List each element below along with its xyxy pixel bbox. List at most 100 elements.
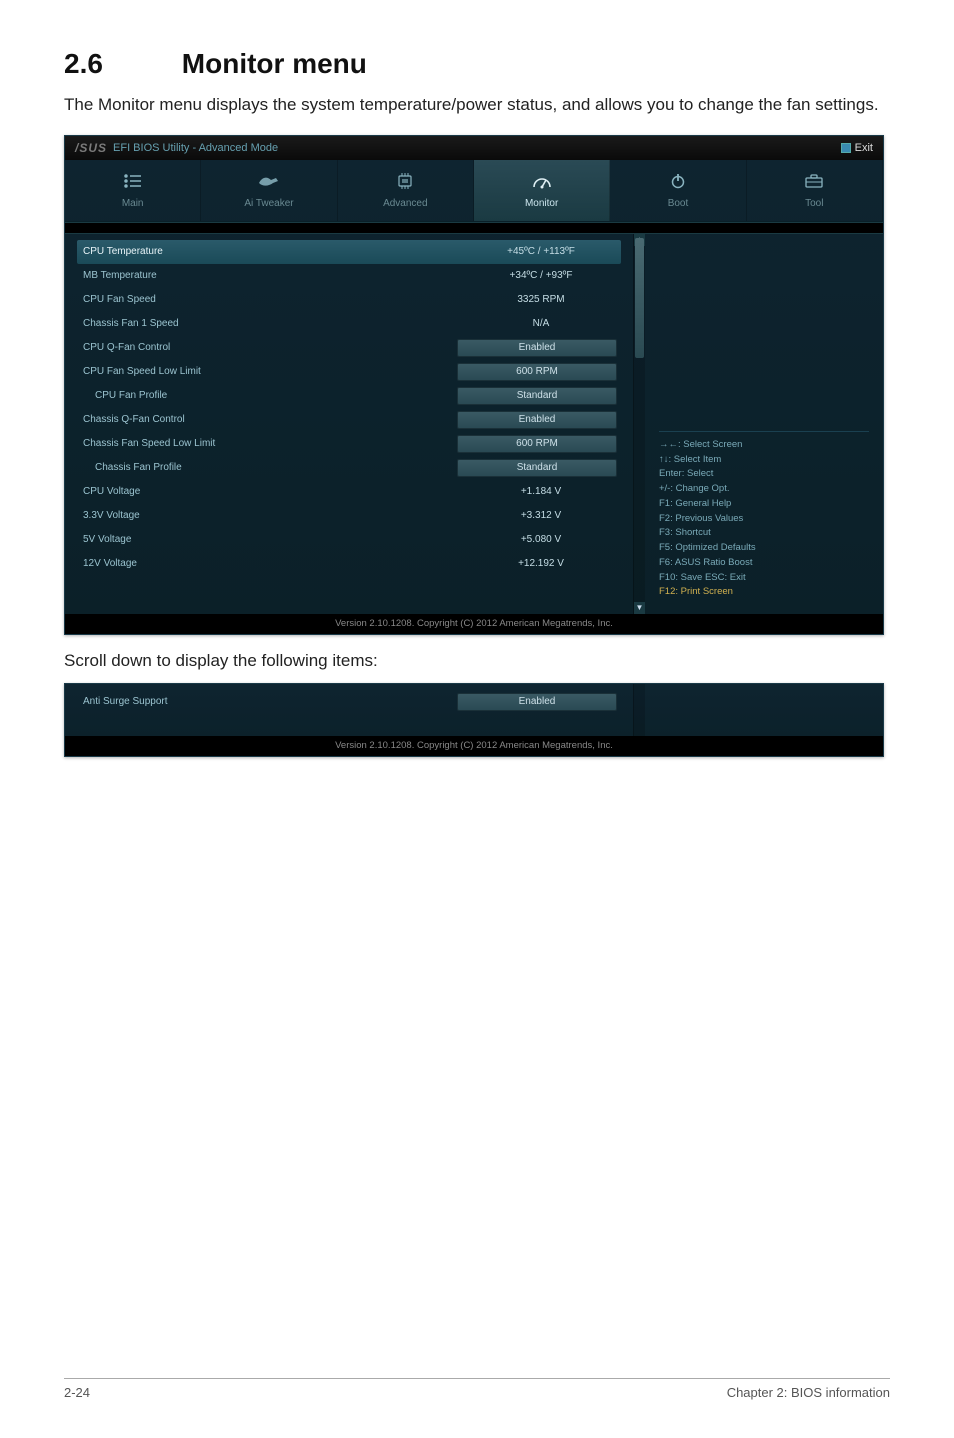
divider xyxy=(65,222,883,234)
label-anti-surge: Anti Surge Support xyxy=(83,696,457,707)
label-33v-voltage: 3.3V Voltage xyxy=(83,510,461,521)
page-number: 2-24 xyxy=(64,1385,90,1400)
chip-icon xyxy=(338,170,473,192)
help-panel-snippet xyxy=(645,684,883,736)
help-line: →←: Select Screen xyxy=(659,438,869,453)
tab-advanced[interactable]: Advanced xyxy=(338,160,474,221)
help-line: F3: Shortcut xyxy=(659,526,869,541)
tab-boot[interactable]: Boot xyxy=(610,160,746,221)
tab-main[interactable]: Main xyxy=(65,160,201,221)
bios-utility-name: EFI BIOS Utility - Advanced Mode xyxy=(113,142,278,154)
help-line: Enter: Select xyxy=(659,467,869,482)
row-cpu-voltage[interactable]: CPU Voltage +1.184 V xyxy=(83,480,621,504)
label-12v-voltage: 12V Voltage xyxy=(83,558,461,569)
row-cpu-fan-speed[interactable]: CPU Fan Speed 3325 RPM xyxy=(83,288,621,312)
label-chassis-qfan-control: Chassis Q-Fan Control xyxy=(83,414,457,425)
help-line: F2: Previous Values xyxy=(659,512,869,527)
value-cpu-voltage: +1.184 V xyxy=(461,486,621,497)
section-title-text: Monitor menu xyxy=(182,48,367,79)
power-icon xyxy=(610,170,745,192)
bios-window-snippet: Anti Surge Support Enabled Version 2.10.… xyxy=(64,683,884,757)
chapter-label: Chapter 2: BIOS information xyxy=(727,1385,890,1400)
tab-ai-tweaker[interactable]: Ai Tweaker xyxy=(201,160,337,221)
bios-footer-snippet: Version 2.10.1208. Copyright (C) 2012 Am… xyxy=(65,736,883,756)
exit-label: Exit xyxy=(855,142,873,154)
label-cpu-qfan-control: CPU Q-Fan Control xyxy=(83,342,457,353)
brand-logo: /SUS xyxy=(75,141,107,155)
tab-tool-label: Tool xyxy=(747,198,882,209)
help-line: F10: Save ESC: Exit xyxy=(659,571,869,586)
label-mb-temperature: MB Temperature xyxy=(83,270,461,281)
scrollbar-thumb[interactable] xyxy=(635,238,644,358)
value-chassis-fan1-speed: N/A xyxy=(461,318,621,329)
value-5v-voltage: +5.080 V xyxy=(461,534,621,545)
row-chassis-fan-profile[interactable]: Chassis Fan Profile Standard xyxy=(83,456,621,480)
label-chassis-fan-low-limit: Chassis Fan Speed Low Limit xyxy=(83,438,457,449)
gauge-icon xyxy=(474,170,609,192)
value-cpu-fan-speed: 3325 RPM xyxy=(461,294,621,305)
row-mb-temperature[interactable]: MB Temperature +34ºC / +93ºF xyxy=(83,264,621,288)
select-cpu-fan-profile[interactable]: Standard xyxy=(457,387,617,405)
scroll-down-icon[interactable]: ▼ xyxy=(634,602,645,614)
toolbox-icon xyxy=(747,170,882,192)
row-cpu-qfan-control[interactable]: CPU Q-Fan Control Enabled xyxy=(83,336,621,360)
tab-monitor-label: Monitor xyxy=(474,198,609,209)
row-cpu-fan-low-limit[interactable]: CPU Fan Speed Low Limit 600 RPM xyxy=(83,360,621,384)
label-chassis-fan1-speed: Chassis Fan 1 Speed xyxy=(83,318,461,329)
value-mb-temperature: +34ºC / +93ºF xyxy=(461,270,621,281)
tab-tweaker-label: Ai Tweaker xyxy=(201,198,336,209)
select-chassis-fan-low-limit[interactable]: 600 RPM xyxy=(457,435,617,453)
row-chassis-fan1-speed[interactable]: Chassis Fan 1 Speed N/A xyxy=(83,312,621,336)
scroll-note: Scroll down to display the following ite… xyxy=(64,651,890,671)
section-heading: 2.6 Monitor menu xyxy=(64,48,890,80)
help-line: F5: Optimized Defaults xyxy=(659,541,869,556)
page-footer: 2-24 Chapter 2: BIOS information xyxy=(64,1378,890,1400)
row-cpu-fan-profile[interactable]: CPU Fan Profile Standard xyxy=(83,384,621,408)
select-chassis-qfan[interactable]: Enabled xyxy=(457,411,617,429)
bios-footer: Version 2.10.1208. Copyright (C) 2012 Am… xyxy=(65,614,883,634)
help-panel: →←: Select Screen ↑↓: Select Item Enter:… xyxy=(645,234,883,614)
tab-boot-label: Boot xyxy=(610,198,745,209)
label-chassis-fan-profile: Chassis Fan Profile xyxy=(83,462,457,473)
row-anti-surge[interactable]: Anti Surge Support Enabled xyxy=(83,690,621,714)
help-line: +/-: Change Opt. xyxy=(659,482,869,497)
row-33v-voltage[interactable]: 3.3V Voltage +3.312 V xyxy=(83,504,621,528)
help-line: ↑↓: Select Item xyxy=(659,453,869,468)
row-cpu-temperature[interactable]: CPU Temperature +45ºC / +113ºF xyxy=(77,240,621,264)
tweaker-icon xyxy=(201,170,336,192)
row-5v-voltage[interactable]: 5V Voltage +5.080 V xyxy=(83,528,621,552)
row-12v-voltage[interactable]: 12V Voltage +12.192 V xyxy=(83,552,621,576)
settings-panel: CPU Temperature +45ºC / +113ºF MB Temper… xyxy=(65,234,633,614)
tab-advanced-label: Advanced xyxy=(338,198,473,209)
help-keys: →←: Select Screen ↑↓: Select Item Enter:… xyxy=(659,438,869,600)
scrollbar[interactable]: ▲ ▼ xyxy=(633,234,645,614)
bios-titlebar: /SUS EFI BIOS Utility - Advanced Mode Ex… xyxy=(65,136,883,160)
select-cpu-qfan[interactable]: Enabled xyxy=(457,339,617,357)
scrollbar-snippet[interactable] xyxy=(633,684,645,736)
tab-tool[interactable]: Tool xyxy=(747,160,883,221)
value-33v-voltage: +3.312 V xyxy=(461,510,621,521)
row-chassis-qfan-control[interactable]: Chassis Q-Fan Control Enabled xyxy=(83,408,621,432)
tab-main-label: Main xyxy=(65,198,200,209)
select-anti-surge[interactable]: Enabled xyxy=(457,693,617,711)
value-cpu-temperature: +45ºC / +113ºF xyxy=(461,246,621,257)
section-number: 2.6 xyxy=(64,48,174,80)
help-line: F1: General Help xyxy=(659,497,869,512)
row-chassis-fan-low-limit[interactable]: Chassis Fan Speed Low Limit 600 RPM xyxy=(83,432,621,456)
bios-tabs: Main Ai Tweaker Advanced Monitor Boot xyxy=(65,160,883,222)
label-5v-voltage: 5V Voltage xyxy=(83,534,461,545)
list-icon xyxy=(65,170,200,192)
label-cpu-voltage: CPU Voltage xyxy=(83,486,461,497)
help-line: F6: ASUS Ratio Boost xyxy=(659,556,869,571)
settings-panel-snippet: Anti Surge Support Enabled xyxy=(65,684,633,736)
bios-window: /SUS EFI BIOS Utility - Advanced Mode Ex… xyxy=(64,135,884,635)
select-chassis-fan-profile[interactable]: Standard xyxy=(457,459,617,477)
select-cpu-fan-low-limit[interactable]: 600 RPM xyxy=(457,363,617,381)
value-12v-voltage: +12.192 V xyxy=(461,558,621,569)
label-cpu-fan-speed: CPU Fan Speed xyxy=(83,294,461,305)
help-description xyxy=(659,244,869,432)
label-cpu-temperature: CPU Temperature xyxy=(83,246,461,257)
exit-button[interactable]: Exit xyxy=(841,142,873,154)
intro-paragraph: The Monitor menu displays the system tem… xyxy=(64,94,890,117)
tab-monitor[interactable]: Monitor xyxy=(474,160,610,221)
